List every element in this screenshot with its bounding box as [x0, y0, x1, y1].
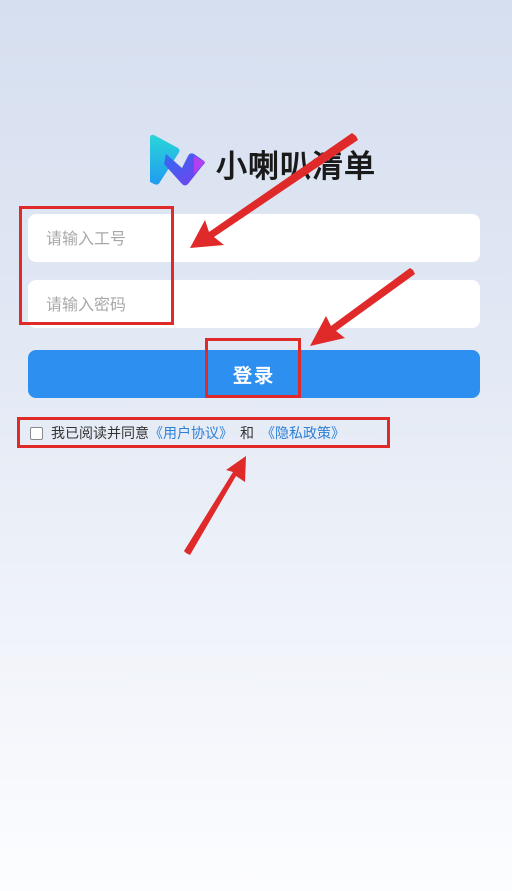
annotation-arrow-agreement: [184, 456, 246, 555]
agreement-prefix: 我已阅读并同意: [51, 426, 149, 442]
employee-id-field[interactable]: [28, 214, 480, 262]
password-input[interactable]: [28, 280, 480, 328]
app-logo: 小喇叭清单: [148, 134, 376, 192]
password-field[interactable]: [28, 280, 480, 328]
login-button[interactable]: 登录: [28, 350, 480, 398]
employee-id-input[interactable]: [28, 214, 480, 262]
user-agreement-link[interactable]: 《用户协议》: [149, 423, 233, 443]
agreement-checkbox[interactable]: [30, 426, 43, 440]
app-logo-icon: [150, 134, 205, 186]
app-name: 小喇叭清单: [216, 148, 376, 185]
privacy-policy-link[interactable]: 《隐私政策》: [261, 423, 345, 443]
agreement-conjunction: 和: [240, 426, 254, 442]
agreement-row: 我已阅读并同意 《用户协议》 和 《隐私政策》: [30, 422, 345, 444]
